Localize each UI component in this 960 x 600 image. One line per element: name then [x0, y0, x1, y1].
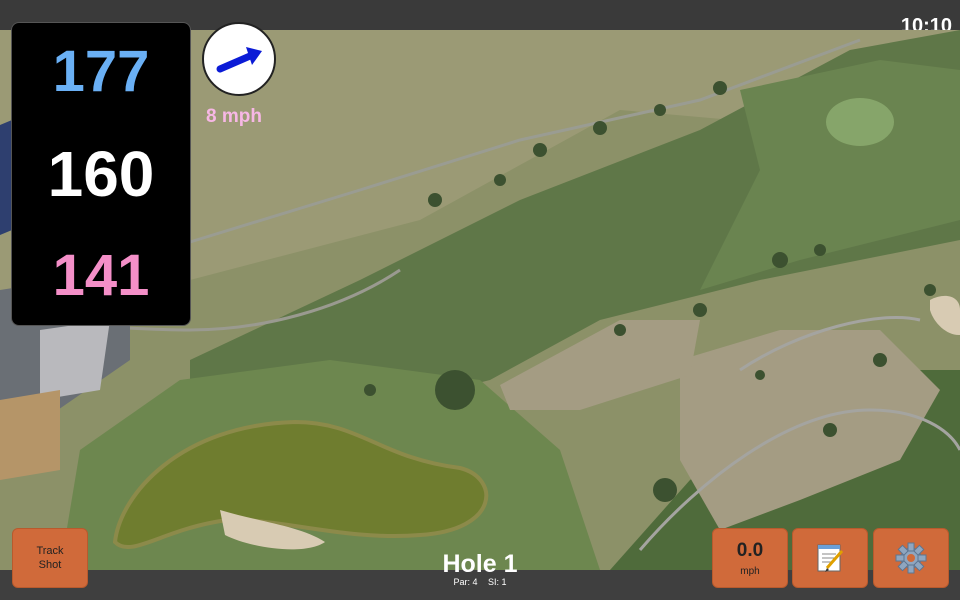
wind-direction-indicator [202, 22, 276, 96]
notepad-icon [817, 544, 844, 572]
wind-arrow-icon [216, 47, 262, 73]
hole-info: Par: 4 SI: 1 [380, 577, 580, 587]
notes-button[interactable] [792, 528, 868, 588]
track-shot-label: Track Shot [36, 545, 64, 571]
wind-speed: 8 mph [206, 106, 262, 127]
back-distance: 177 [52, 39, 150, 105]
front-distance: 141 [52, 242, 150, 308]
speed-unit: mph [740, 565, 760, 577]
hole-stroke-index: SI: 1 [488, 577, 507, 587]
hole-par: Par: 4 [453, 577, 478, 587]
speed-value: 0.0 [736, 539, 764, 561]
track-shot-button[interactable]: Track Shot [12, 528, 88, 588]
speed-button[interactable]: 0.0 mph [712, 528, 788, 588]
gear-icon [895, 542, 927, 574]
hole-title[interactable]: Hole 1 [380, 550, 580, 579]
settings-button[interactable] [873, 528, 949, 588]
middle-distance: 160 [47, 137, 155, 210]
distance-panel: 177 160 141 [11, 22, 191, 326]
